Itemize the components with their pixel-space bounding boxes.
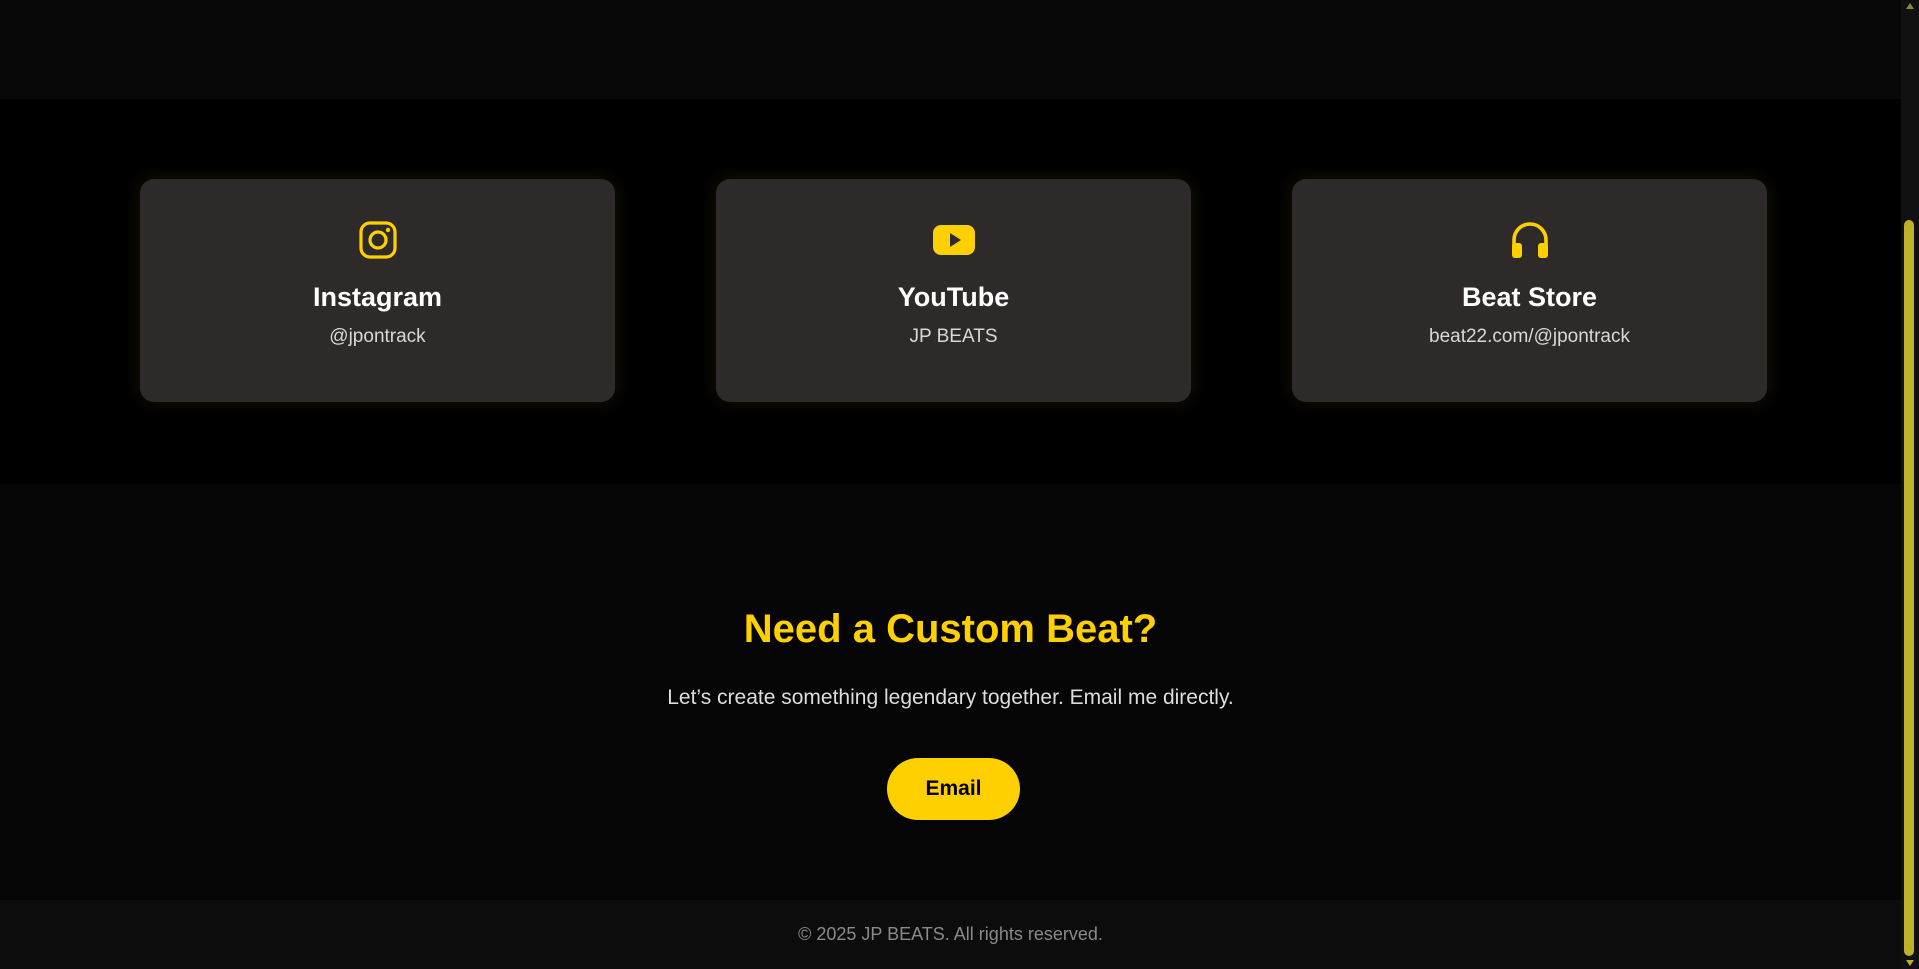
page: Instagram @jpontrack YouTube JP BEATS Be… <box>0 0 1919 969</box>
card-title: Beat Store <box>1461 282 1598 312</box>
scrollbar-thumb[interactable] <box>1904 220 1914 956</box>
custom-beat-cta-section: Need a Custom Beat? Let’s create somethi… <box>0 484 1901 900</box>
headphones-icon <box>1509 219 1551 261</box>
cta-title: Need a Custom Beat? <box>743 607 1158 651</box>
cta-subtitle: Let’s create something legendary togethe… <box>667 686 1234 709</box>
email-button[interactable]: Email <box>887 758 1020 820</box>
youtube-icon <box>932 219 975 261</box>
card-title: YouTube <box>897 282 1010 312</box>
footer: © 2025 JP BEATS. All rights reserved. <box>0 900 1901 969</box>
card-title: Instagram <box>312 282 443 312</box>
instagram-card[interactable]: Instagram @jpontrack <box>140 179 615 402</box>
card-handle: @jpontrack <box>329 326 426 347</box>
vertical-scrollbar[interactable] <box>1901 0 1919 969</box>
card-handle: JP BEATS <box>909 326 998 347</box>
copyright-text: © 2025 JP BEATS. All rights reserved. <box>798 924 1103 944</box>
social-links-section: Instagram @jpontrack YouTube JP BEATS Be… <box>0 99 1901 484</box>
scroll-down-arrow-icon[interactable] <box>1906 960 1914 966</box>
card-handle: beat22.com/@jpontrack <box>1429 326 1630 347</box>
top-section-band <box>0 0 1901 99</box>
beat-store-card[interactable]: Beat Store beat22.com/@jpontrack <box>1292 179 1767 402</box>
scroll-up-arrow-icon[interactable] <box>1906 3 1914 9</box>
youtube-card[interactable]: YouTube JP BEATS <box>716 179 1191 402</box>
instagram-icon <box>357 219 399 261</box>
